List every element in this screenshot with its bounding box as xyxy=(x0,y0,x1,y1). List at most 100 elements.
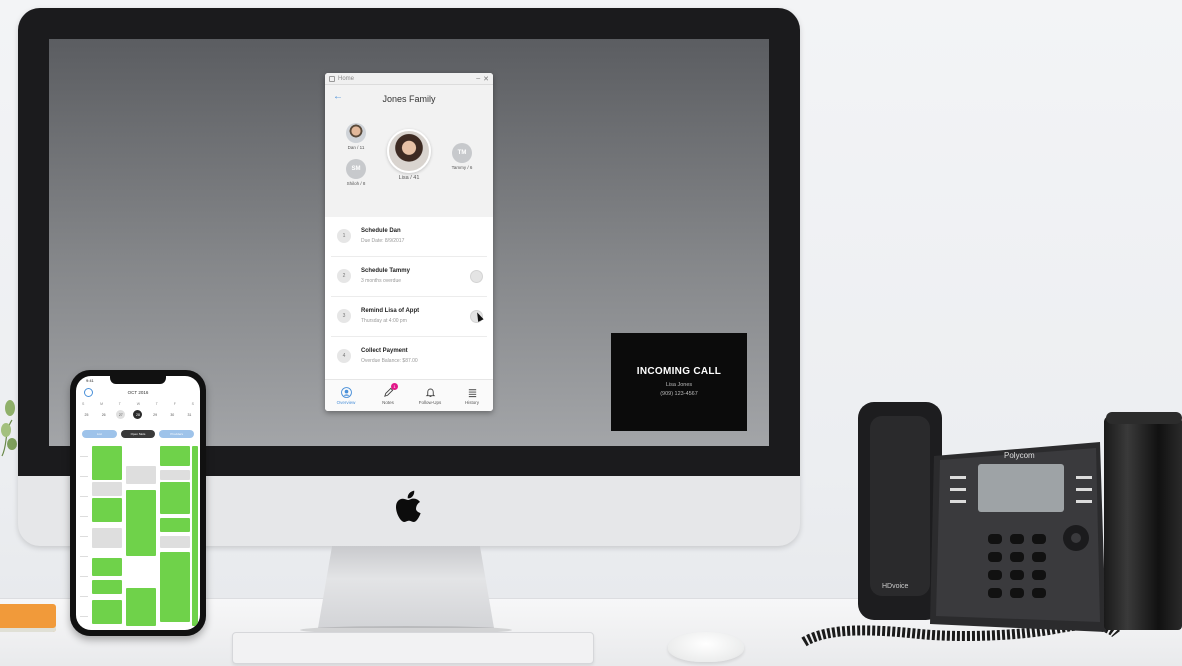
avatar-shiloh: SM xyxy=(346,159,366,179)
appointment-block[interactable] xyxy=(160,470,190,480)
caller-number: (909) 123-4567 xyxy=(660,390,698,397)
nav-label: Notes xyxy=(382,400,394,405)
weekday-label: T xyxy=(118,402,121,406)
task-item[interactable]: 2 Schedule Tammy 3 months overdue xyxy=(331,257,487,297)
date-cell-selected[interactable]: 28 xyxy=(133,410,143,419)
weekday-label: T xyxy=(155,402,158,406)
app-window: Home – ✕ ← Jones Family Dan / 11 SM Shil… xyxy=(325,73,493,411)
notes-badge: 1 xyxy=(391,383,398,390)
date-cell[interactable]: 27 xyxy=(116,410,126,419)
task-number: 4 xyxy=(337,349,351,363)
handset-label: HDvoice xyxy=(882,583,909,590)
user-icon xyxy=(328,386,364,398)
book xyxy=(0,604,56,632)
task-number: 1 xyxy=(337,229,351,243)
member-label: Dan / 11 xyxy=(347,145,365,150)
appointment-block[interactable] xyxy=(92,600,122,624)
window-icon xyxy=(329,75,335,82)
list-icon xyxy=(454,386,490,398)
phone-tabs: List Open Slots Providers xyxy=(82,430,195,438)
member-label: Lisa / 41 xyxy=(398,175,420,181)
minimize-icon[interactable]: – xyxy=(476,75,480,82)
appointment-block[interactable] xyxy=(92,482,122,496)
weekday-label: S xyxy=(191,402,194,406)
member-tammy[interactable]: TM Tammy / 6 xyxy=(445,143,479,170)
task-subtitle: Thursday at 4:00 pm xyxy=(361,318,407,324)
appointment-block[interactable] xyxy=(126,588,156,626)
appointment-block[interactable] xyxy=(160,552,190,622)
task-item[interactable]: 3 Remind Lisa of Appt Thursday at 4:00 p… xyxy=(331,297,487,337)
task-subtitle: 3 months overdue xyxy=(361,278,402,284)
nav-follow-ups[interactable]: Follow-Ups xyxy=(412,386,448,405)
caller-name: Lisa Jones xyxy=(665,381,693,388)
task-complete-toggle[interactable] xyxy=(470,270,483,283)
appointment-block[interactable] xyxy=(160,536,190,548)
tumbler-cup xyxy=(1104,416,1182,630)
nav-label: Follow-Ups xyxy=(418,400,442,405)
weekday-label: M xyxy=(100,402,104,406)
appointment-block[interactable] xyxy=(126,490,156,556)
date-cell[interactable]: 31 xyxy=(185,410,194,419)
weekday-label: F xyxy=(173,402,176,406)
member-shiloh[interactable]: SM Shiloh / 8 xyxy=(339,159,373,186)
bell-icon xyxy=(412,386,448,398)
date-cell[interactable]: 26 xyxy=(99,410,108,419)
appointment-block[interactable] xyxy=(160,482,190,514)
appointment-block[interactable] xyxy=(92,498,122,522)
task-item[interactable]: 4 Collect Payment Overdue Balance: $87.0… xyxy=(331,337,487,377)
close-icon[interactable]: ✕ xyxy=(483,75,489,83)
appointment-block[interactable] xyxy=(160,446,190,466)
window-titlebar: Home – ✕ xyxy=(325,73,493,85)
member-label: Shiloh / 8 xyxy=(346,181,366,186)
incoming-call-popup[interactable]: INCOMING CALL Lisa Jones (909) 123-4567 xyxy=(611,333,747,431)
keyboard xyxy=(232,632,594,664)
family-header: ← Jones Family Dan / 11 SM Shiloh / 8 Li… xyxy=(325,85,493,217)
appointment-block[interactable] xyxy=(92,558,122,576)
calendar-month: OCT 2016 xyxy=(127,390,149,395)
schedule-grid xyxy=(80,446,198,626)
window-title: Home xyxy=(338,75,355,82)
task-title: Collect Payment xyxy=(361,348,408,354)
smartphone: 9:41 OCT 2016 S M T W T F S 25 26 27 28 … xyxy=(70,370,206,636)
schedule-column xyxy=(92,446,122,626)
avatar-lisa xyxy=(387,129,431,173)
appointment-block[interactable] xyxy=(192,446,198,626)
appointment-block[interactable] xyxy=(160,518,190,532)
member-lisa[interactable]: Lisa / 41 xyxy=(385,129,433,181)
appointment-block[interactable] xyxy=(92,446,122,480)
appointment-block[interactable] xyxy=(92,528,122,548)
task-number: 2 xyxy=(337,269,351,283)
desk-phone: HDvoice Polycom xyxy=(801,402,1120,647)
task-item[interactable]: 1 Schedule Dan Due Date: 8/9/2017 xyxy=(331,217,487,257)
date-cell[interactable]: 25 xyxy=(82,410,91,419)
tab-list[interactable]: List xyxy=(82,430,117,438)
task-number: 3 xyxy=(337,309,351,323)
avatar-tammy: TM xyxy=(452,143,472,163)
task-title: Schedule Dan xyxy=(361,228,401,234)
call-title: INCOMING CALL xyxy=(636,365,722,377)
appointment-block[interactable] xyxy=(92,580,122,594)
nav-notes[interactable]: 1 Notes xyxy=(370,383,406,405)
date-cell[interactable]: 29 xyxy=(151,410,160,419)
tab-providers[interactable]: Providers xyxy=(159,430,195,438)
member-label: Tammy / 6 xyxy=(451,165,473,170)
member-dan[interactable]: Dan / 11 xyxy=(339,123,373,150)
date-row: 25 26 27 28 29 30 31 xyxy=(82,410,194,419)
family-title: Jones Family xyxy=(382,94,436,104)
imac-stand xyxy=(318,546,494,628)
task-title: Remind Lisa of Appt xyxy=(361,308,420,314)
nav-overview[interactable]: Overview xyxy=(328,386,364,405)
schedule-column xyxy=(192,446,198,626)
nav-history[interactable]: History xyxy=(454,386,490,405)
avatar-dan xyxy=(346,123,366,143)
task-title: Schedule Tammy xyxy=(361,268,410,274)
tab-open-slots[interactable]: Open Slots xyxy=(120,430,156,438)
phone-status-time: 9:41 xyxy=(86,378,94,383)
nav-label: History xyxy=(464,400,479,405)
brand-label: Polycom xyxy=(1004,451,1035,460)
date-cell[interactable]: 30 xyxy=(168,410,177,419)
schedule-column xyxy=(126,446,156,626)
apple-logo-icon xyxy=(396,490,421,522)
weekday-label: S xyxy=(82,402,85,406)
appointment-block[interactable] xyxy=(126,466,156,484)
